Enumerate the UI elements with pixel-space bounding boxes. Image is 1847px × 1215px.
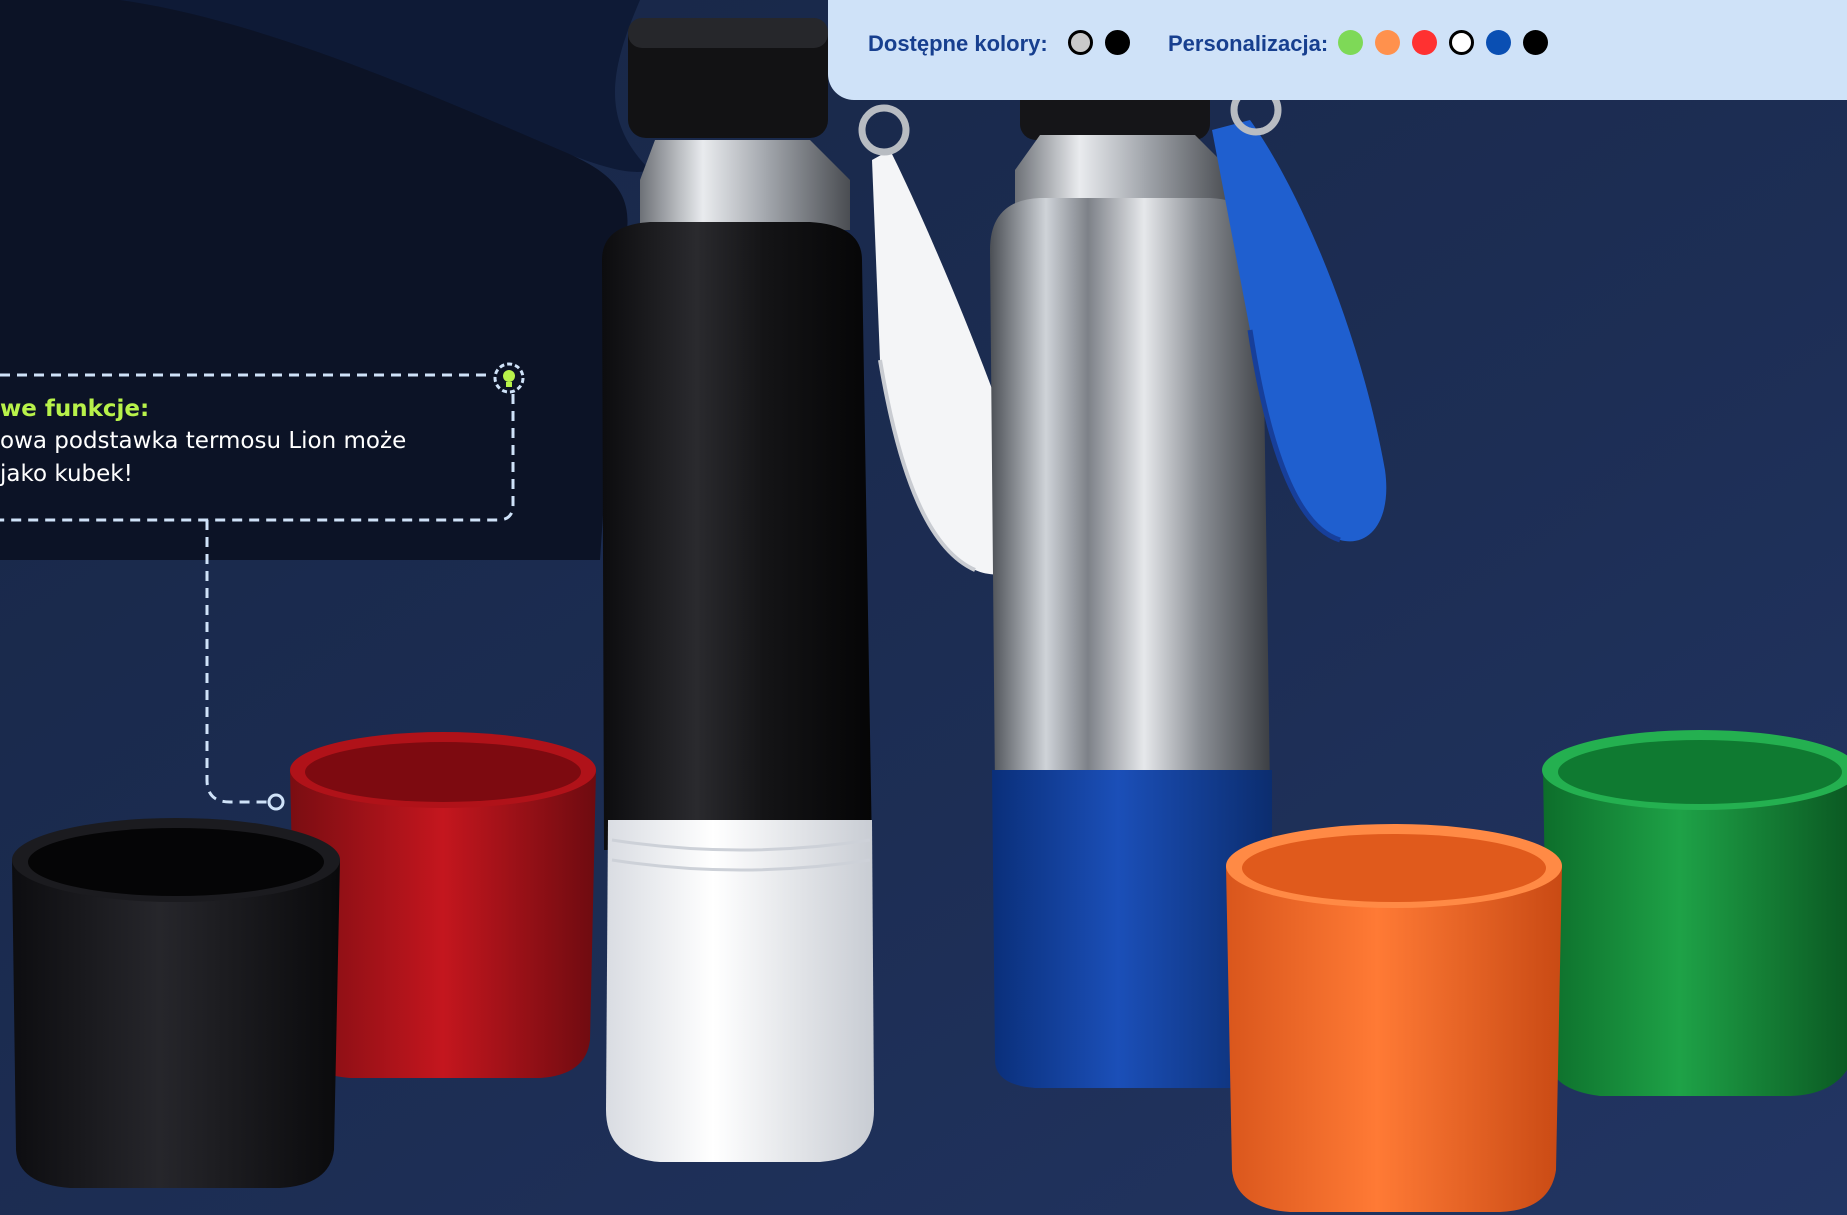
color-swatch-gray[interactable] bbox=[1068, 30, 1093, 55]
color-options-bar: Dostępne kolory: Personalizacja: bbox=[828, 0, 1847, 100]
product-photo bbox=[0, 0, 1847, 1215]
color-swatch-black[interactable] bbox=[1105, 30, 1130, 55]
callout-line-1: owa podstawka termosu Lion może bbox=[0, 428, 407, 454]
callout-line-2: jako kubek! bbox=[0, 461, 133, 487]
personalization-swatch-black[interactable] bbox=[1523, 30, 1548, 55]
personalization-label: Personalizacja: bbox=[1168, 31, 1329, 56]
black-cup bbox=[12, 818, 340, 1188]
personalization-swatch-white[interactable] bbox=[1449, 30, 1474, 55]
personalization-swatch-green[interactable] bbox=[1338, 30, 1363, 55]
callout-title: we funkcje: bbox=[0, 396, 150, 422]
personalization-swatch-blue[interactable] bbox=[1486, 30, 1511, 55]
personalization-swatch-red[interactable] bbox=[1412, 30, 1437, 55]
green-cup bbox=[1542, 730, 1847, 1096]
orange-cup bbox=[1226, 824, 1562, 1212]
lightbulb-icon bbox=[493, 362, 525, 394]
personalization-swatch-orange[interactable] bbox=[1375, 30, 1400, 55]
available-colors-label: Dostępne kolory: bbox=[868, 31, 1048, 56]
black-thermos bbox=[602, 18, 874, 1162]
